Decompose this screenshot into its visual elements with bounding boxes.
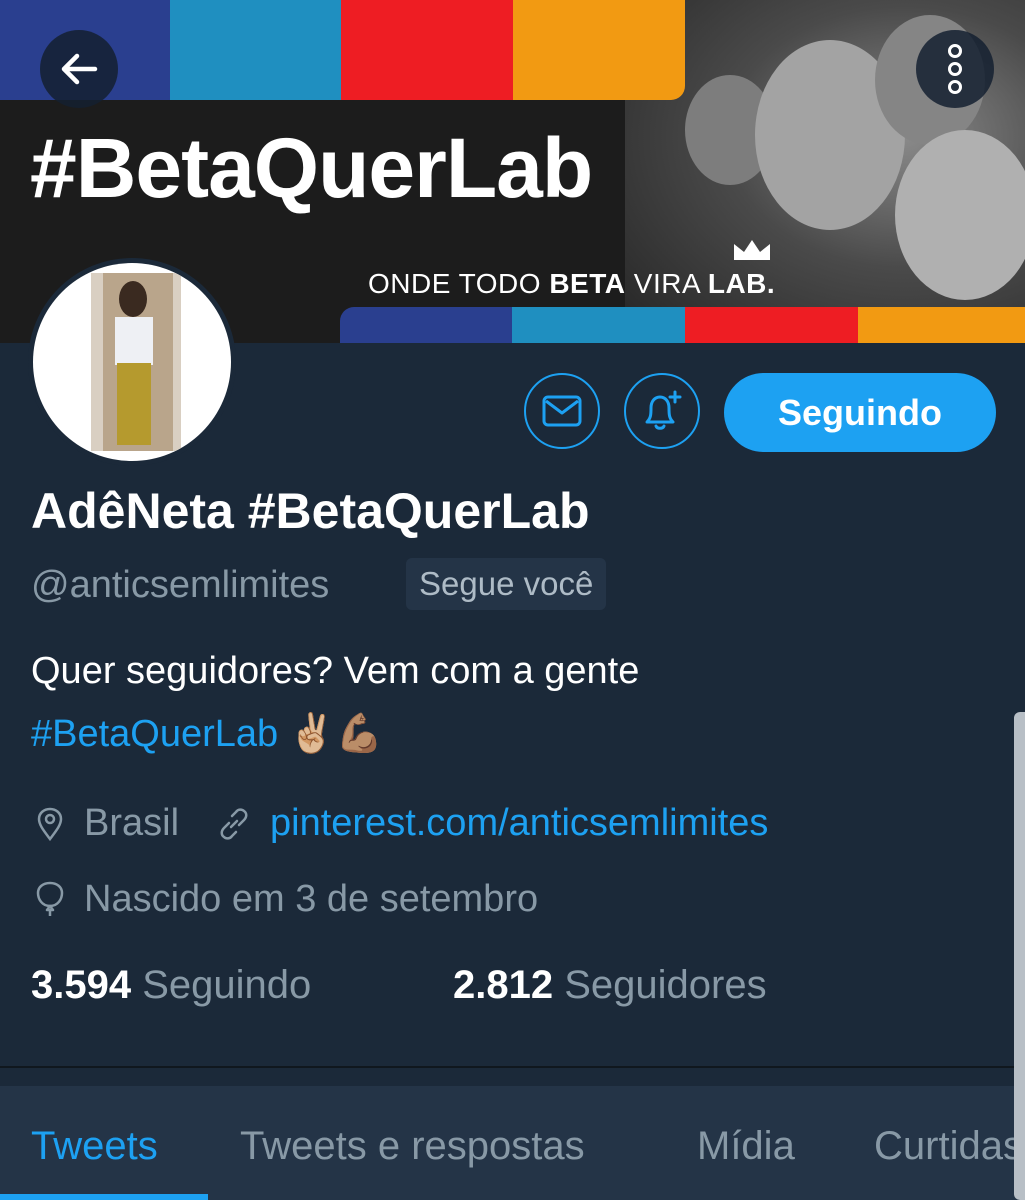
tagline-bold2: LAB. [707, 268, 776, 299]
bio-line: Quer seguidores? Vem com a gente [31, 650, 640, 692]
tab-tweets-and-replies[interactable]: Tweets e respostas [240, 1124, 585, 1169]
bio-emoji: ✌🏼💪🏽 [288, 713, 383, 755]
location-text: Brasil [84, 802, 180, 844]
followers-stat[interactable]: 2.812 Seguidores [453, 963, 767, 1008]
tagline-part2: VIRA [625, 268, 708, 299]
location-pin-icon [37, 807, 63, 842]
birthday-text: Nascido em 3 de setembro [84, 878, 539, 920]
website-link[interactable]: pinterest.com/anticsemlimites [270, 802, 768, 845]
avatar-photo [33, 263, 231, 461]
following-label: Seguindo [142, 963, 312, 1007]
following-stat[interactable]: 3.594 Seguindo [31, 963, 311, 1008]
message-button[interactable] [524, 373, 600, 449]
tab-media[interactable]: Mídia [697, 1124, 795, 1169]
scrollbar[interactable] [1014, 712, 1025, 1200]
follows-you-badge: Segue você [406, 558, 607, 610]
followers-count: 2.812 [453, 963, 554, 1007]
link-icon [220, 808, 248, 840]
more-vertical-icon [948, 44, 962, 94]
envelope-icon [542, 395, 582, 427]
following-button[interactable]: Seguindo [724, 373, 996, 452]
notifications-button[interactable] [624, 373, 700, 449]
arrow-left-icon [61, 53, 98, 85]
more-options-button[interactable] [916, 30, 994, 108]
banner-hashtag: #BetaQuerLab [30, 121, 593, 215]
balloon-icon [36, 881, 64, 916]
section-divider [0, 1066, 1025, 1068]
avatar[interactable] [28, 258, 236, 466]
user-handle: @anticsemlimites [31, 564, 330, 606]
followers-label: Seguidores [564, 963, 767, 1007]
bio-hashtag-link[interactable]: #BetaQuerLab [31, 713, 278, 755]
crown-icon [734, 240, 770, 260]
following-count: 3.594 [31, 963, 132, 1007]
tagline-part1: ONDE TODO [368, 268, 550, 299]
back-button[interactable] [40, 30, 118, 108]
tagline-bold1: BETA [549, 268, 626, 299]
tab-likes[interactable]: Curtidas [874, 1124, 1023, 1169]
banner-tagline: ONDE TODO BETA VIRA LAB. [368, 268, 775, 300]
bio-hashtag-line: #BetaQuerLab ✌🏼💪🏽 [31, 712, 383, 756]
tab-tweets[interactable]: Tweets [31, 1124, 158, 1169]
display-name: AdêNeta #BetaQuerLab [31, 483, 590, 539]
bell-plus-icon [645, 390, 682, 430]
active-tab-indicator [0, 1194, 208, 1200]
